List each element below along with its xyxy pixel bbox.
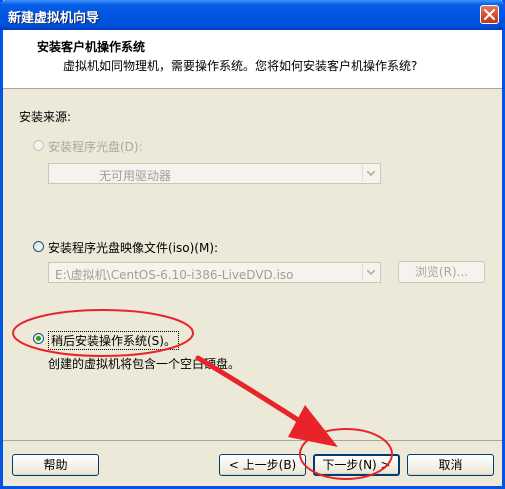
wizard-window: 新建虚拟机向导 安装客户机操作系统 虚拟机如同物理机，需要操作系统。您将如何安装… xyxy=(0,0,505,489)
disc-select-value: 无可用驱动器 xyxy=(99,169,172,183)
title-bar[interactable]: 新建虚拟机向导 xyxy=(0,0,505,30)
window-title: 新建虚拟机向导 xyxy=(8,11,100,26)
later-description: 创建的虚拟机将包含一个空白硬盘。 xyxy=(48,357,241,371)
later-radio-label: 稍后安装操作系统(S)。 xyxy=(48,331,179,350)
iso-radio[interactable] xyxy=(33,241,44,252)
back-button[interactable]: < 上一步(B) xyxy=(219,454,306,476)
header-title: 安装客户机操作系统 xyxy=(37,40,146,54)
cancel-button[interactable]: 取消 xyxy=(407,454,494,476)
disc-radio-label: 安装程序光盘(D): xyxy=(48,140,143,154)
iso-select-dropdown[interactable] xyxy=(362,264,379,281)
browse-button[interactable]: 浏览(R)... xyxy=(398,261,485,283)
iso-radio-label: 安装程序光盘映像文件(iso)(M): xyxy=(48,241,219,255)
close-button[interactable] xyxy=(480,5,499,24)
footer-divider xyxy=(3,440,502,441)
help-button[interactable]: 帮助 xyxy=(12,454,99,476)
radio-selected-dot xyxy=(36,336,41,341)
install-source-label: 安装来源: xyxy=(19,110,72,124)
iso-select-value: E:\虚拟机\CentOS-6.10-i386-LiveDVD.iso xyxy=(55,268,294,282)
disc-select-dropdown[interactable] xyxy=(362,165,379,182)
close-icon xyxy=(484,9,495,20)
chevron-down-icon xyxy=(367,270,375,275)
iso-select[interactable]: E:\虚拟机\CentOS-6.10-i386-LiveDVD.iso xyxy=(48,262,381,283)
wizard-header: 安装客户机操作系统 虚拟机如同物理机，需要操作系统。您将如何安装客户机操作系统? xyxy=(3,30,502,89)
header-subtitle: 虚拟机如同物理机，需要操作系统。您将如何安装客户机操作系统? xyxy=(63,59,418,73)
next-button[interactable]: 下一步(N) > xyxy=(313,454,400,476)
disc-radio[interactable] xyxy=(33,140,44,151)
later-radio[interactable] xyxy=(33,333,44,344)
disc-select[interactable]: 无可用驱动器 xyxy=(48,163,381,184)
chevron-down-icon xyxy=(367,171,375,176)
